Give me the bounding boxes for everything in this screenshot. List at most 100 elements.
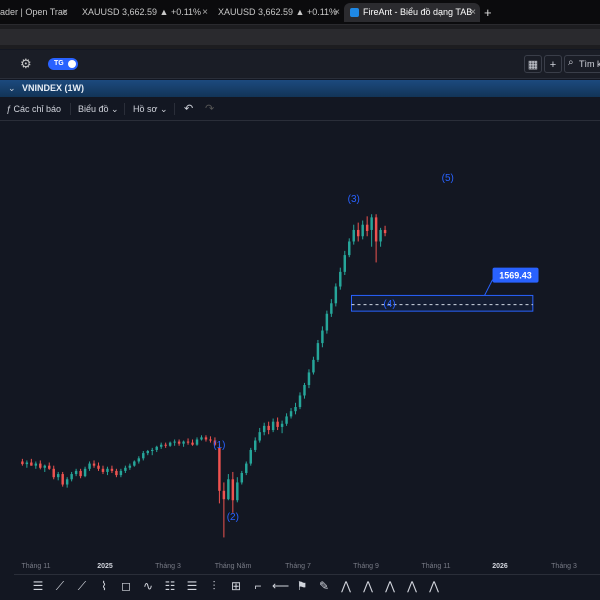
browser-tab-4[interactable]: FireAnt - Biểu đồ dạng TAB ×: [344, 3, 480, 22]
candlestick-chart[interactable]: (1) (2) (3) (4) (5) 1569.43: [0, 121, 600, 561]
chart-toolbar: ƒ Các chỉ báo Biểu đồ ⌄ Hồ sơ ⌄ ↶ ↷: [0, 98, 600, 121]
symbol-name[interactable]: VNINDEX (1W): [22, 80, 84, 97]
xabcd-pattern-icon[interactable]: ⋀: [404, 578, 420, 594]
browser-tab-1[interactable]: ader | Open Trac ×: [0, 3, 72, 22]
symbol-header: ⌄ VNINDEX (1W): [0, 80, 600, 97]
time-axis-tick-label: Tháng 11: [21, 563, 51, 570]
time-axis-tick-label: Tháng 11: [421, 563, 451, 570]
candle-body: [271, 421, 275, 431]
wave-label[interactable]: (5): [442, 173, 454, 184]
flag-icon[interactable]: ⚑: [294, 578, 310, 594]
browser-tab-bar: ader | Open Trac × XAUUSD 3,662.59 ▲ +0.…: [0, 0, 600, 25]
tab-close-icon[interactable]: ×: [62, 3, 68, 22]
wave-pattern-icon[interactable]: ⋀: [360, 578, 376, 594]
candle-body: [294, 407, 297, 412]
fib-retracement-icon[interactable]: ☷: [162, 578, 178, 594]
candle-body: [124, 467, 127, 471]
fireant-favicon-icon: [350, 8, 359, 18]
candle-body: [285, 416, 288, 424]
candle-body: [227, 479, 230, 500]
wave-label[interactable]: (4): [383, 299, 395, 310]
tab-title: ader | Open Trac: [0, 7, 68, 17]
candle-body: [21, 461, 24, 465]
candle-body: [361, 224, 364, 237]
correction-zone: [350, 294, 534, 312]
candle-body: [110, 468, 114, 471]
candle-body: [253, 440, 257, 450]
candle-body: [56, 474, 60, 478]
chart-type-label: Biểu đồ: [78, 104, 109, 114]
chart-type-dropdown[interactable]: Biểu đồ ⌄: [78, 98, 119, 120]
candle-body: [374, 217, 378, 242]
browser-tab-2[interactable]: XAUUSD 3,662.59 ▲ +0.11% ×: [76, 3, 212, 22]
candle-body: [303, 385, 306, 396]
wave-label[interactable]: (3): [348, 194, 360, 205]
candle-body: [209, 439, 212, 441]
settings-gear-icon[interactable]: ⚙: [20, 56, 32, 72]
trend-line-icon[interactable]: ⟋: [52, 578, 68, 594]
tab-title: XAUUSD 3,662.59 ▲ +0.11%: [82, 7, 202, 17]
zigzag-icon[interactable]: ⌇: [96, 578, 112, 594]
rectangle-icon[interactable]: ◻: [118, 578, 134, 594]
candle-body: [159, 444, 163, 447]
callout-connector: [484, 279, 493, 296]
indicators-button[interactable]: ƒ Các chỉ báo: [6, 98, 61, 120]
candle-body: [177, 441, 181, 444]
candle-body: [200, 437, 203, 440]
candle-body: [370, 217, 373, 230]
tab-close-icon[interactable]: ×: [334, 3, 340, 22]
search-input[interactable]: ⌕ Tìm k: [564, 55, 600, 73]
tg-toggle[interactable]: TG: [48, 58, 78, 70]
zone-rectangle[interactable]: [350, 294, 534, 312]
plus-icon[interactable]: +: [544, 55, 562, 73]
callout-icon[interactable]: ⌐: [250, 578, 266, 594]
ray-line-icon[interactable]: ⟋: [74, 578, 90, 594]
tab-close-icon[interactable]: ×: [470, 3, 476, 22]
new-tab-button[interactable]: +: [484, 3, 492, 22]
grid-layout-icon[interactable]: ▦: [524, 55, 542, 73]
path-icon[interactable]: ∿: [140, 578, 156, 594]
chevron-down-icon[interactable]: ⌄: [8, 80, 16, 97]
candle-body: [334, 286, 338, 304]
profile-label: Hồ sơ: [133, 104, 158, 114]
candle-body: [92, 463, 96, 466]
candle-body: [97, 465, 100, 469]
wave-label[interactable]: (1): [213, 440, 225, 451]
time-axis: Tháng 11 2025 Tháng 3 Tháng Năm Tháng 7 Tháng…: [0, 561, 600, 574]
indicators-label: Các chỉ báo: [13, 104, 62, 114]
undo-icon[interactable]: ↶: [184, 98, 193, 120]
candle-series: [21, 214, 387, 538]
candle-body: [151, 449, 154, 451]
candle-body: [186, 441, 190, 443]
browser-tab-3[interactable]: XAUUSD 3,662.59 ▲ +0.11% ×: [212, 3, 344, 22]
vertical-line-icon[interactable]: ⫶: [206, 578, 222, 594]
candle-body: [379, 229, 382, 242]
elliott-wave-icon[interactable]: ⋀: [338, 578, 354, 594]
candle-body: [352, 229, 355, 242]
tab-close-icon[interactable]: ×: [202, 3, 208, 22]
candle-body: [25, 462, 29, 465]
brush-icon[interactable]: ✎: [316, 578, 332, 594]
redo-icon[interactable]: ↷: [205, 98, 214, 120]
candle-body: [164, 444, 167, 446]
wave-label[interactable]: (2): [227, 512, 239, 523]
candle-body: [133, 461, 136, 466]
time-axis-tick-label: 2025: [97, 563, 113, 570]
fib-extension-icon[interactable]: ☰: [184, 578, 200, 594]
time-axis-tick-label: Tháng 3: [551, 563, 577, 570]
toggle-knob: [68, 60, 76, 68]
address-field[interactable]: [0, 29, 600, 45]
candle-body: [61, 474, 64, 485]
time-axis-tick-label: 2026: [492, 563, 508, 570]
cursor-lines-icon[interactable]: ☰: [30, 578, 46, 594]
arrow-left-icon[interactable]: ⟵: [272, 578, 289, 594]
candle-body: [316, 343, 320, 360]
wave-labels: (1) (2) (3) (4) (5): [213, 173, 454, 523]
candle-body: [74, 470, 78, 475]
abcd-pattern-icon[interactable]: ⋀: [382, 578, 398, 594]
candle-body: [168, 442, 172, 446]
triangle-pattern-icon[interactable]: ⋀: [426, 578, 442, 594]
gann-box-icon[interactable]: ⊞: [228, 578, 244, 594]
candle-body: [101, 468, 105, 472]
profile-dropdown[interactable]: Hồ sơ ⌄: [133, 98, 167, 120]
